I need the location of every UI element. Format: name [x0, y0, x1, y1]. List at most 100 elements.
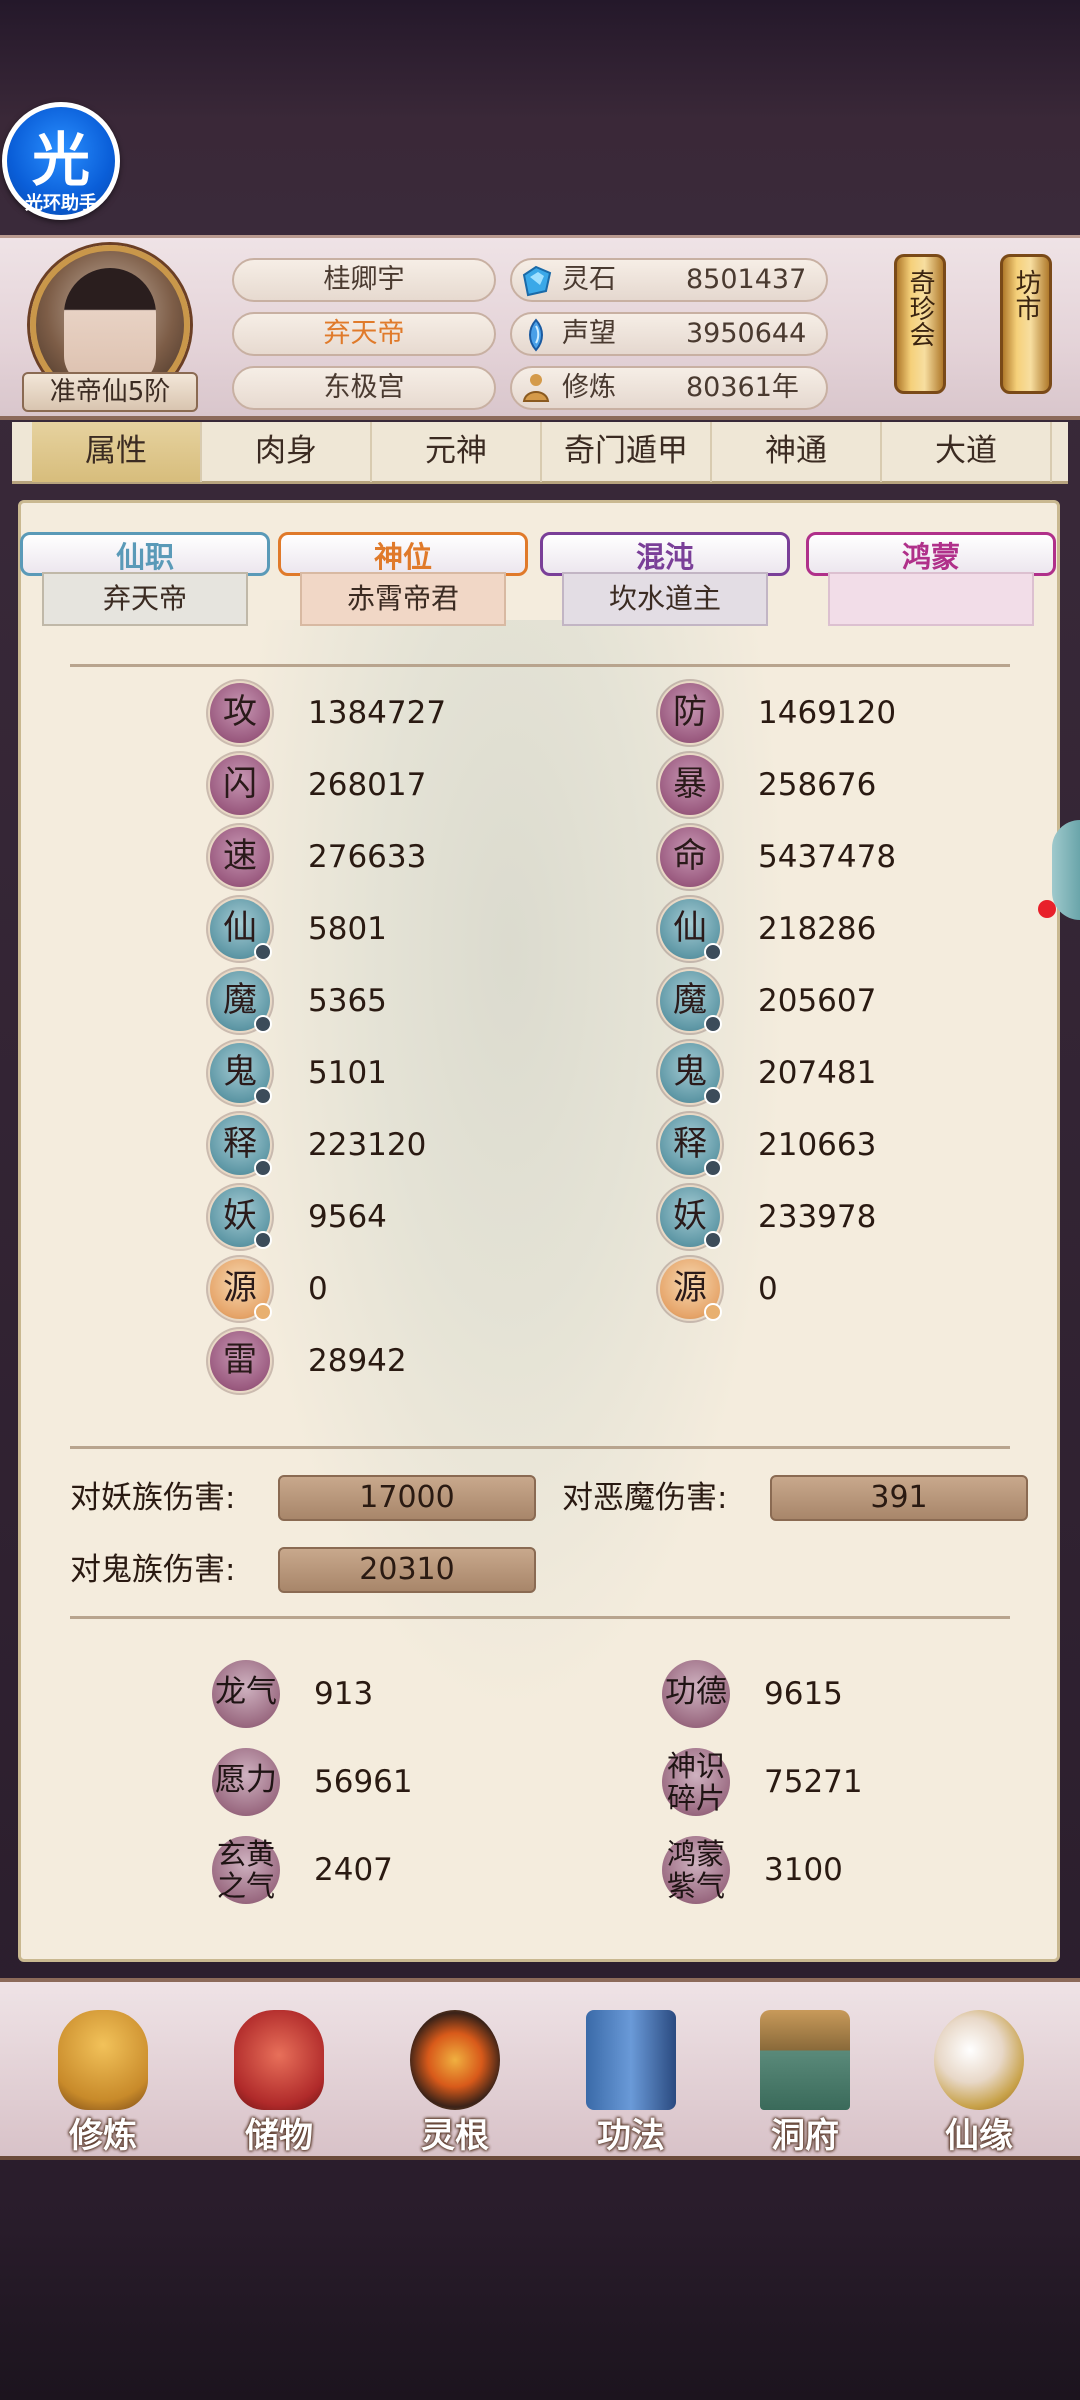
tab-attributes[interactable]: 属性: [32, 422, 202, 482]
nav-label: 修炼: [69, 2116, 137, 2156]
xuanhuang-qi-icon: 玄黄 之气: [212, 1836, 280, 1904]
market-label: 坊市: [1011, 269, 1041, 321]
wish-power-icon: 愿力: [212, 1748, 280, 1816]
attack-type-marker-icon: [254, 1087, 272, 1105]
side-drawer-handle[interactable]: [1052, 820, 1080, 920]
right-stat-value: 258676: [758, 767, 877, 803]
treasure-fair-label: 奇珍会: [905, 269, 935, 347]
spirit-stone-icon: [522, 265, 552, 297]
character-name: 桂卿宇: [232, 258, 496, 302]
resource-cultivation: 修炼 80361年: [510, 366, 828, 410]
spirit-root-icon: [410, 2010, 500, 2110]
left-stat-value: 1384727: [308, 695, 447, 731]
right-stat-value: 0: [758, 1271, 778, 1307]
defense-type-marker-icon: [704, 1231, 722, 1249]
rank-tab-title: 仙职: [20, 532, 270, 576]
resource-prestige: 声望 3950644: [510, 312, 828, 356]
rank-tab-value: [828, 572, 1034, 626]
rank-tab-divine-rank[interactable]: 神位 赤霄帝君: [278, 532, 528, 642]
attack-type-marker-icon: [254, 1159, 272, 1177]
damage-label-demon-race: 对妖族伤害:: [70, 1480, 236, 1516]
fate-gourd-icon: [934, 2010, 1024, 2110]
defense-type-marker-icon: [704, 1087, 722, 1105]
nav-storage[interactable]: 储物: [204, 2010, 354, 2160]
rank-tab-value: 坎水道主: [562, 572, 768, 626]
left-stat-icon: 攻: [210, 683, 270, 743]
left-stat-icon: 速: [210, 827, 270, 887]
right-stat-icon: 暴: [660, 755, 720, 815]
defense-type-marker-icon: [704, 1303, 722, 1321]
resource-spirit-stone: 灵石 8501437: [510, 258, 828, 302]
rank-tab-title: 神位: [278, 532, 528, 576]
right-stat-value: 205607: [758, 983, 877, 1019]
nav-label: 仙缘: [945, 2116, 1013, 2156]
rank-label: 准帝仙5阶: [22, 372, 198, 412]
nav-fate[interactable]: 仙缘: [904, 2010, 1054, 2160]
left-stat-value: 5801: [308, 911, 387, 947]
helper-label: 光环助手: [25, 193, 97, 214]
nav-label: 灵根: [421, 2116, 489, 2156]
left-stat-value: 223120: [308, 1127, 427, 1163]
rank-tab-value: 赤霄帝君: [300, 572, 506, 626]
dragon-qi-icon: 龙气: [212, 1660, 280, 1728]
right-stat-value: 1469120: [758, 695, 897, 731]
rank-tab-immortal-post[interactable]: 仙职 弃天帝: [20, 532, 270, 642]
rank-tab-title: 鸿蒙: [806, 532, 1056, 576]
divider: [70, 664, 1010, 667]
nav-spirit-root[interactable]: 灵根: [380, 2010, 530, 2160]
left-stat-value: 5365: [308, 983, 387, 1019]
nav-label: 功法: [597, 2116, 665, 2156]
tab-abilities[interactable]: 神通: [712, 422, 882, 482]
rank-tab-title: 混沌: [540, 532, 790, 576]
resource-label: 声望: [562, 318, 616, 349]
divider: [70, 1616, 1010, 1619]
left-stat-value: 9564: [308, 1199, 387, 1235]
left-stat-icon: 闪: [210, 755, 270, 815]
left-stat-value: 268017: [308, 767, 427, 803]
sect-name: 东极宫: [232, 366, 496, 410]
nav-techniques[interactable]: 功法: [556, 2010, 706, 2160]
damage-value-evil-demon: 391: [770, 1475, 1028, 1521]
left-stat-value: 276633: [308, 839, 427, 875]
divider: [70, 1446, 1010, 1449]
technique-book-icon: [586, 2010, 676, 2110]
wish-power-value: 56961: [314, 1764, 413, 1800]
tab-qimen[interactable]: 奇门遁甲: [542, 422, 712, 482]
merit-icon: 功德: [662, 1660, 730, 1728]
nav-cave-mansion[interactable]: 洞府: [730, 2010, 880, 2160]
left-stat-value: 28942: [308, 1343, 407, 1379]
resource-value: 80361年: [686, 372, 799, 403]
tab-spirit[interactable]: 元神: [372, 422, 542, 482]
hongmeng-purple-qi-icon: 鸿蒙 紫气: [662, 1836, 730, 1904]
treasure-fair-button[interactable]: 奇珍会: [894, 254, 946, 394]
cave-mansion-icon: [760, 2010, 850, 2110]
cultivate-icon: [58, 2010, 148, 2110]
helper-badge[interactable]: 光 光环助手: [2, 102, 120, 220]
tab-dao[interactable]: 大道: [882, 422, 1052, 482]
attack-type-marker-icon: [254, 1231, 272, 1249]
defense-type-marker-icon: [704, 943, 722, 961]
dragon-qi-value: 913: [314, 1676, 374, 1712]
rank-tab-hongmeng[interactable]: 鸿蒙: [806, 532, 1056, 642]
defense-type-marker-icon: [704, 1159, 722, 1177]
defense-type-marker-icon: [704, 1015, 722, 1033]
notification-dot: [1038, 900, 1056, 918]
cultivation-icon: [522, 374, 550, 402]
resource-value: 8501437: [686, 264, 807, 295]
rank-tab-chaos[interactable]: 混沌 坎水道主: [540, 532, 790, 642]
market-button[interactable]: 坊市: [1000, 254, 1052, 394]
soul-fragment-icon: 神识 碎片: [662, 1748, 730, 1816]
right-stat-value: 218286: [758, 911, 877, 947]
title-name: 弃天帝: [232, 312, 496, 356]
resource-label: 灵石: [562, 264, 616, 295]
right-stat-icon: 防: [660, 683, 720, 743]
right-stat-value: 233978: [758, 1199, 877, 1235]
soul-fragment-value: 75271: [764, 1764, 863, 1800]
right-stat-value: 210663: [758, 1127, 877, 1163]
right-stat-value: 207481: [758, 1055, 877, 1091]
left-stat-icon: 雷: [210, 1331, 270, 1391]
nav-cultivate[interactable]: 修炼: [28, 2010, 178, 2160]
right-stat-icon: 命: [660, 827, 720, 887]
damage-value-demon-race: 17000: [278, 1475, 536, 1521]
tab-body[interactable]: 肉身: [202, 422, 372, 482]
